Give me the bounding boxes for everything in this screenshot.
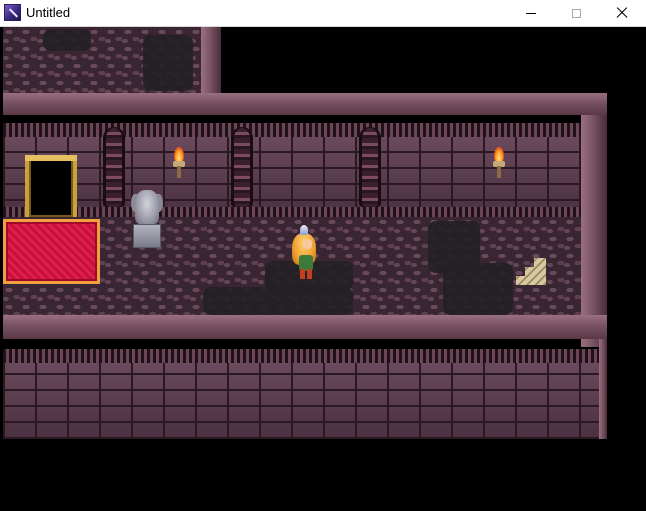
wall-pillar <box>103 127 125 207</box>
player-character[interactable] <box>290 225 318 281</box>
gargoyle-statue[interactable] <box>131 190 163 254</box>
wall-pillar <box>231 127 253 207</box>
doorway[interactable] <box>25 155 77 217</box>
minimize-button[interactable] <box>508 0 554 26</box>
wall-bottom-rim <box>3 315 607 339</box>
wall-base-band <box>3 207 581 217</box>
red-carpet[interactable] <box>3 219 100 284</box>
lower-wall-edge <box>599 339 607 439</box>
maximize-button[interactable] <box>553 0 599 26</box>
upper-room-wall-edge <box>201 27 221 93</box>
floor-shadow <box>143 35 193 91</box>
lower-wall <box>3 363 607 439</box>
wall-top-rim <box>3 93 607 115</box>
torch-icon <box>490 147 508 181</box>
lower-wall-ornament-band <box>3 349 607 363</box>
title-bar: Untitled <box>0 0 646 27</box>
wall-ornament-band <box>3 123 581 137</box>
minimize-icon <box>526 12 536 14</box>
app-icon <box>4 4 21 21</box>
floor-shadow <box>443 263 513 315</box>
window-title: Untitled <box>26 5 71 20</box>
close-button[interactable] <box>599 0 645 26</box>
floor-shadow <box>203 287 353 315</box>
floor-shadow <box>43 29 91 51</box>
torch-icon <box>170 147 188 181</box>
right-wall-rim <box>581 115 607 347</box>
close-icon <box>616 7 628 19</box>
maximize-icon <box>571 8 581 18</box>
game-viewport[interactable] <box>3 27 643 508</box>
wall-pillar <box>359 127 381 207</box>
